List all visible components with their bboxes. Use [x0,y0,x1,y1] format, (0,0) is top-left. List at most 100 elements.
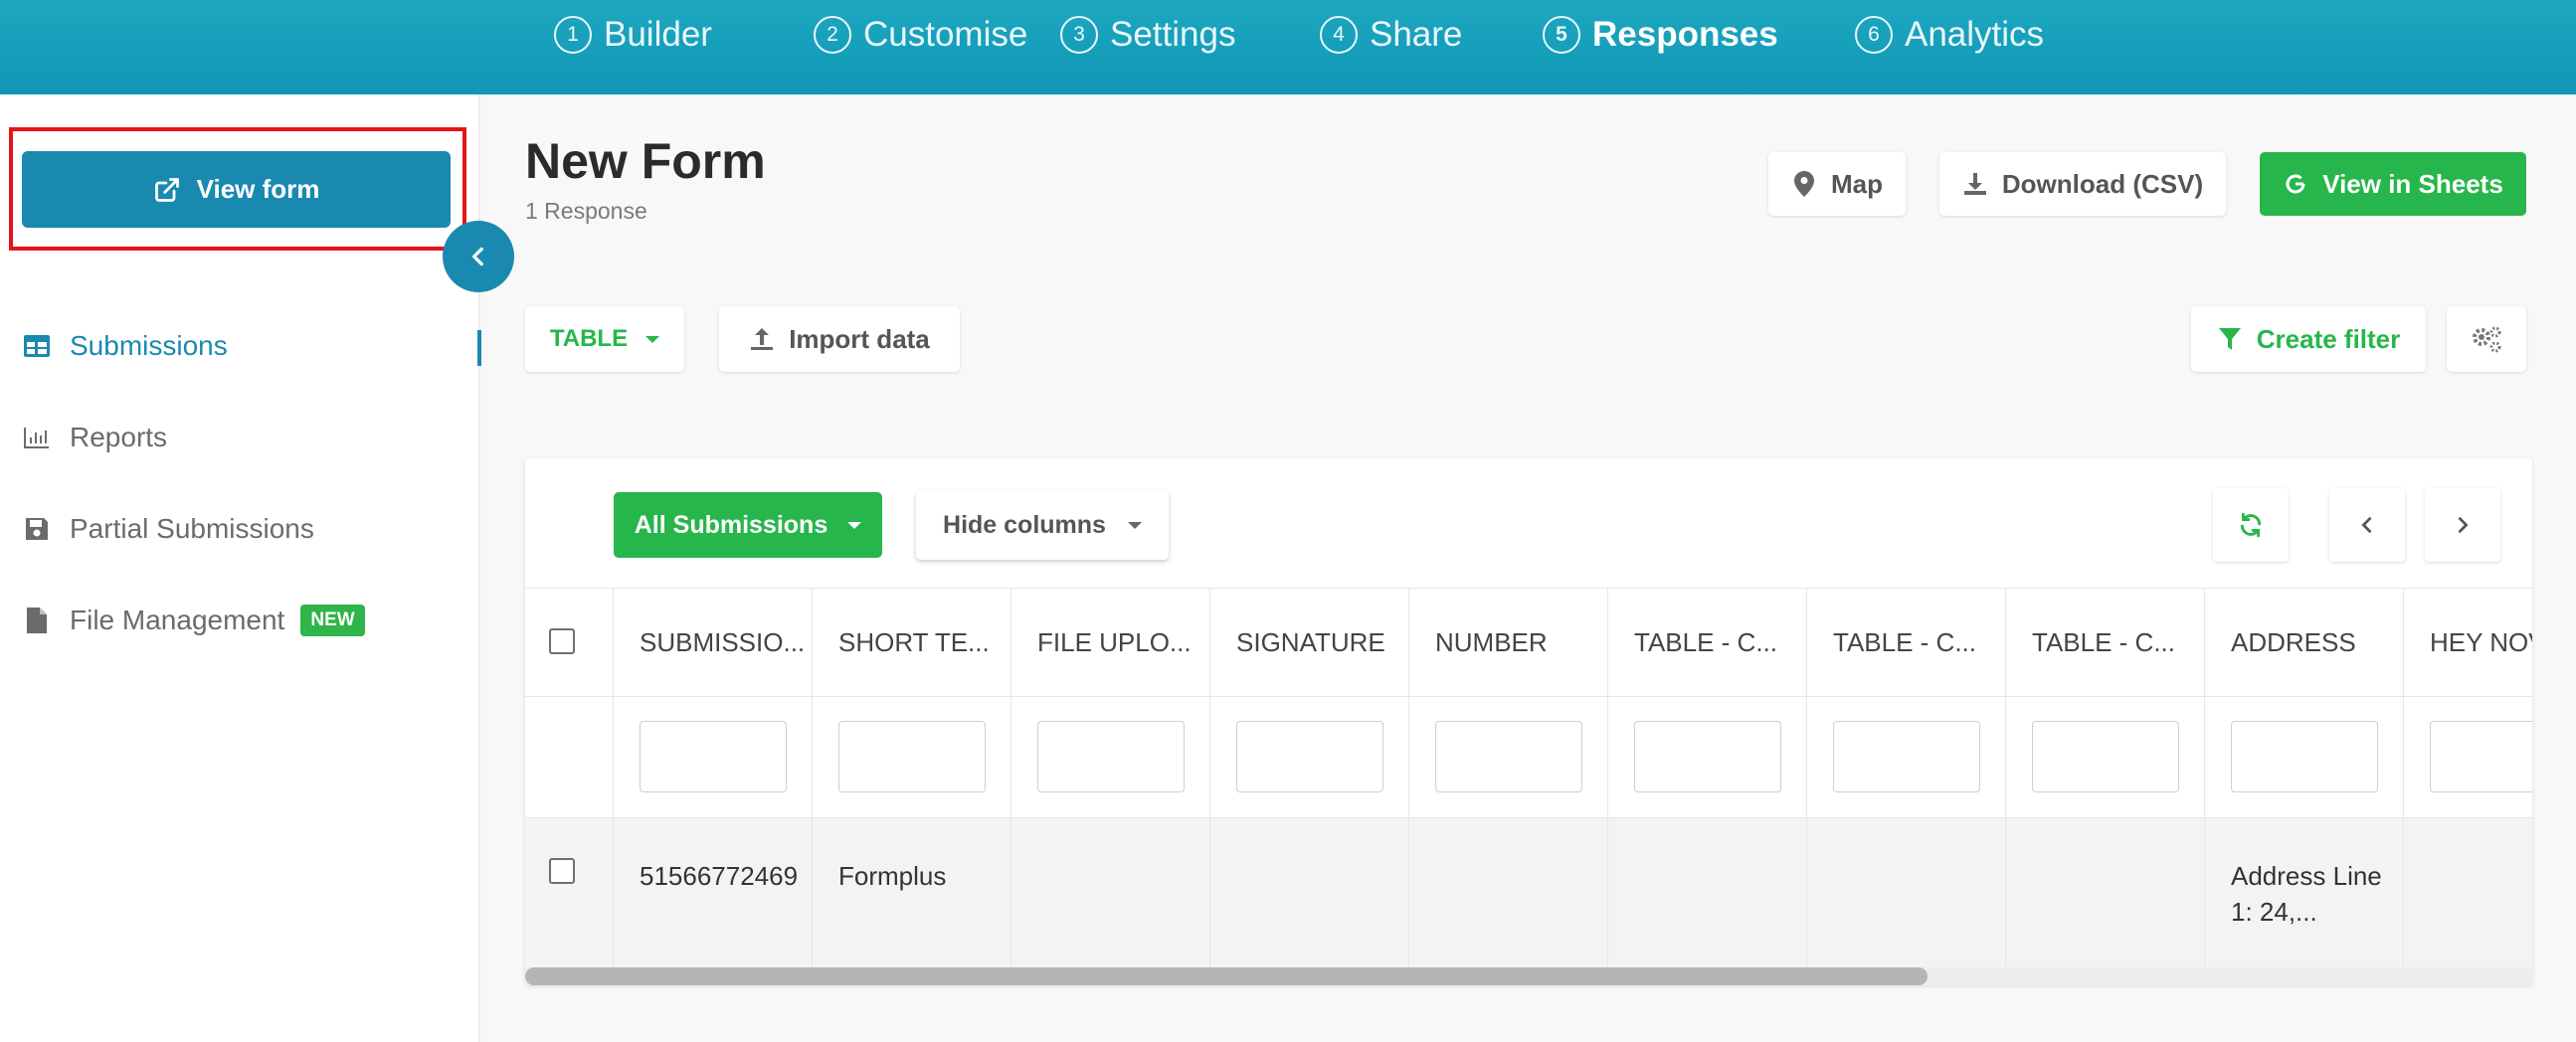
column-header[interactable]: HEY NOV [2404,589,2532,696]
filter-cell [1608,697,1807,817]
filter-label: Create filter [2256,323,2401,354]
step-settings[interactable]: 3 Settings [1060,0,1235,70]
chevron-right-icon [2458,517,2469,533]
download-csv-button[interactable]: Download (CSV) [1939,152,2226,216]
caret-down-icon [1127,522,1142,529]
column-filter-input[interactable] [2231,721,2378,792]
filter-cell [1409,697,1608,817]
table-row[interactable]: 51566772469 Formplus Address Line 1: 24,… [525,818,2532,967]
gears-icon [2473,326,2501,353]
sidebar-item-label: Partial Submissions [70,513,314,544]
filter-cell [1210,697,1409,817]
column-header[interactable]: SIGNATURE [1210,589,1409,696]
file-icon [22,606,52,635]
top-navigation-bar: 1 Builder 2 Customise 3 Settings 4 Share… [0,0,2576,94]
column-filter-input[interactable] [1037,721,1185,792]
sidebar-item-reports[interactable]: Reports [22,422,167,453]
column-filter-input[interactable] [640,721,787,792]
table-header-row: SUBMISSIO... SHORT TE... FILE UPLO... SI… [525,588,2532,697]
column-filter-input[interactable] [2430,721,2532,792]
column-filter-row [525,697,2532,818]
all-submissions-dropdown[interactable]: All Submissions [614,492,882,558]
refresh-button[interactable] [2213,488,2289,562]
column-filter-input[interactable] [838,721,986,792]
import-data-button[interactable]: Import data [719,306,960,372]
filter-icon [2217,326,2243,352]
table-cell: Address Line 1: 24,... [2205,818,2404,967]
row-select-cell [525,818,614,967]
map-label: Map [1831,168,1883,199]
table-cell [1409,818,1608,967]
step-number: 3 [1060,16,1098,54]
new-badge: NEW [300,605,365,636]
collapse-sidebar-button[interactable] [443,221,514,292]
step-number: 6 [1855,16,1893,54]
step-label: Responses [1592,15,1778,54]
step-analytics[interactable]: 6 Analytics [1855,0,2044,70]
column-filter-input[interactable] [1236,721,1383,792]
column-filter-input[interactable] [1833,721,1980,792]
step-label: Share [1370,15,1463,54]
filter-cell [2205,697,2404,817]
table-icon [22,331,52,361]
row-checkbox[interactable] [549,858,575,884]
table-cell [2006,818,2205,967]
column-header[interactable]: SUBMISSIO... [614,589,813,696]
column-header[interactable]: TABLE - C... [1807,589,2006,696]
hide-columns-dropdown[interactable]: Hide columns [916,490,1169,560]
view-form-button[interactable]: View form [22,151,451,228]
map-button[interactable]: Map [1768,152,1906,216]
sidebar-item-file-management[interactable]: File Management NEW [22,605,365,636]
sidebar-item-label: Submissions [70,330,228,361]
download-label: Download (CSV) [2001,168,2204,199]
bar-chart-icon [22,423,52,452]
settings-button[interactable] [2447,306,2526,372]
step-number: 2 [814,16,851,54]
table-cell: 51566772469 [614,818,813,967]
step-number: 5 [1543,16,1580,54]
step-builder[interactable]: 1 Builder [554,0,712,70]
column-header[interactable]: TABLE - C... [1608,589,1807,696]
table-cell [2404,818,2532,967]
filter-cell [2006,697,2205,817]
sidebar-item-label: File Management [70,605,285,635]
external-link-icon [154,177,179,202]
create-filter-button[interactable]: Create filter [2191,306,2426,372]
step-customise[interactable]: 2 Customise [814,0,1027,70]
column-filter-input[interactable] [1634,721,1781,792]
select-all-cell [525,589,614,696]
chevron-left-icon [2361,517,2372,533]
table-cell [1608,818,1807,967]
column-header[interactable]: TABLE - C... [2006,589,2205,696]
map-pin-icon [1791,171,1817,197]
view-in-sheets-button[interactable]: View in Sheets [2260,152,2526,216]
column-header[interactable]: ADDRESS [2205,589,2404,696]
table-cell [1012,818,1210,967]
sidebar-item-submissions[interactable]: Submissions [22,330,228,362]
select-all-checkbox[interactable] [549,628,575,654]
step-label: Customise [863,15,1028,54]
view-type-select[interactable]: TABLE [525,306,684,372]
step-share[interactable]: 4 Share [1320,0,1462,70]
view-type-label: TABLE [549,325,629,352]
refresh-icon [2240,512,2262,538]
sidebar-item-partial-submissions[interactable]: Partial Submissions [22,513,314,545]
column-header[interactable]: SHORT TE... [813,589,1012,696]
next-page-button[interactable] [2425,488,2500,562]
column-filter-input[interactable] [1435,721,1582,792]
column-header[interactable]: NUMBER [1409,589,1608,696]
table-cell [1210,818,1409,967]
response-count: 1 Response [525,198,647,224]
horizontal-scrollbar-thumb[interactable] [525,967,1928,985]
column-filter-input[interactable] [2032,721,2179,792]
step-responses[interactable]: 5 Responses [1543,0,1778,70]
import-label: Import data [789,323,930,354]
upload-icon [749,326,775,352]
filter-spacer [525,697,614,817]
chevron-left-icon [472,247,483,266]
sidebar-item-label: Reports [70,422,168,452]
column-header[interactable]: FILE UPLO... [1012,589,1210,696]
table-cell: Formplus [813,818,1012,967]
filter-cell [1807,697,2006,817]
previous-page-button[interactable] [2329,488,2405,562]
